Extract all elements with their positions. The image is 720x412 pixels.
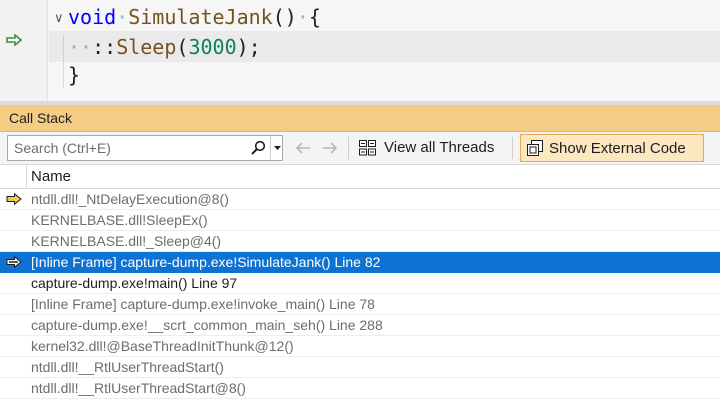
show-external-code-button[interactable]: Show External Code bbox=[520, 134, 704, 162]
stack-frame-row[interactable]: kernel32.dll!@BaseThreadInitThunk@12() bbox=[0, 336, 720, 357]
keyword-void: void bbox=[68, 5, 117, 29]
show-external-code-label: Show External Code bbox=[549, 140, 686, 157]
frame-name: KERNELBASE.dll!_Sleep@4() bbox=[31, 233, 222, 249]
dropdown-arrow-icon bbox=[274, 146, 281, 150]
stack-frame-row[interactable]: KERNELBASE.dll!_Sleep@4() bbox=[0, 231, 720, 252]
frame-name: ntdll.dll!_NtDelayExecution@8() bbox=[31, 191, 229, 207]
search-input[interactable] bbox=[8, 136, 246, 160]
threads-icon bbox=[359, 140, 376, 156]
stack-frame-row[interactable]: capture-dump.exe!main() Line 97 bbox=[0, 273, 720, 294]
stack-frame-row[interactable]: ntdll.dll!__RtlUserThreadStart@8() bbox=[0, 378, 720, 399]
stack-frame-row[interactable]: ntdll.dll!_NtDelayExecution@8() bbox=[0, 189, 720, 210]
frame-name: ntdll.dll!__RtlUserThreadStart@8() bbox=[31, 380, 246, 396]
call-stack-toolbar: View all Threads Show External Code bbox=[0, 132, 720, 164]
whitespace-dot: · bbox=[80, 35, 93, 59]
view-all-threads-label: View all Threads bbox=[384, 139, 495, 156]
call-stack-title-bar[interactable]: Call Stack bbox=[0, 105, 720, 132]
toolbar-separator bbox=[512, 137, 513, 159]
active-frame-arrow-icon bbox=[6, 256, 22, 268]
frame-name: [Inline Frame] capture-dump.exe!invoke_m… bbox=[31, 296, 375, 312]
frame-name: capture-dump.exe!__scrt_common_main_seh(… bbox=[31, 317, 383, 333]
search-box[interactable] bbox=[7, 135, 283, 161]
code-editor[interactable]: ∨ void·SimulateJank()·{ ··::Sleep(3000);… bbox=[0, 0, 720, 101]
stack-frame-row[interactable]: [Inline Frame] capture-dump.exe!invoke_m… bbox=[0, 294, 720, 315]
parens: () bbox=[272, 5, 297, 29]
column-header[interactable]: Name bbox=[0, 164, 720, 189]
collapse-icon[interactable]: ∨ bbox=[54, 10, 64, 26]
scope-operator: :: bbox=[92, 35, 117, 59]
open-paren: ( bbox=[176, 35, 189, 59]
panel-title: Call Stack bbox=[9, 110, 73, 126]
toolbar-separator bbox=[348, 137, 349, 159]
call-stack-grid: Name ntdll.dll!_NtDelayExecution@8() KER… bbox=[0, 164, 720, 412]
column-name-label: Name bbox=[31, 168, 72, 185]
search-options-dropdown[interactable] bbox=[270, 136, 283, 160]
frame-name: capture-dump.exe!main() Line 97 bbox=[31, 275, 238, 291]
stack-frame-row[interactable]: KERNELBASE.dll!SleepEx() bbox=[0, 210, 720, 231]
view-all-threads-button[interactable]: View all Threads bbox=[356, 134, 508, 162]
current-frame-arrow-icon bbox=[6, 193, 22, 205]
frame-name: [Inline Frame] capture-dump.exe!Simulate… bbox=[31, 254, 381, 270]
number-literal: 3000 bbox=[188, 35, 237, 59]
function-name: SimulateJank bbox=[128, 5, 273, 29]
open-brace: { bbox=[308, 5, 321, 29]
close-brace: } bbox=[68, 63, 81, 87]
marker-column-header bbox=[0, 165, 27, 188]
editor-margin[interactable] bbox=[0, 0, 48, 101]
return-arrow-icon bbox=[6, 34, 22, 46]
indent-guide bbox=[63, 36, 64, 88]
forward-arrow-icon[interactable] bbox=[321, 139, 339, 157]
close-paren: ); bbox=[236, 35, 261, 59]
whitespace-dot: · bbox=[68, 35, 81, 59]
stack-frame-row[interactable]: ntdll.dll!__RtlUserThreadStart() bbox=[0, 357, 720, 378]
search-icon[interactable] bbox=[250, 140, 266, 156]
call-name: Sleep bbox=[116, 35, 177, 59]
code-line-2: ··::Sleep(3000); bbox=[68, 33, 261, 61]
frame-name: ntdll.dll!__RtlUserThreadStart() bbox=[31, 359, 224, 375]
frame-name: kernel32.dll!@BaseThreadInitThunk@12() bbox=[31, 338, 294, 354]
stack-frame-row-selected[interactable]: [Inline Frame] capture-dump.exe!Simulate… bbox=[0, 252, 720, 273]
code-line-1: void·SimulateJank()·{ bbox=[68, 3, 321, 31]
whitespace-dot: · bbox=[296, 5, 309, 29]
frame-name: KERNELBASE.dll!SleepEx() bbox=[31, 212, 208, 228]
stack-frame-row[interactable]: capture-dump.exe!__scrt_common_main_seh(… bbox=[0, 315, 720, 336]
whitespace-dot: · bbox=[116, 5, 129, 29]
external-code-icon bbox=[527, 140, 543, 156]
back-arrow-icon[interactable] bbox=[294, 139, 312, 157]
code-line-3: } bbox=[68, 61, 80, 89]
frame-list: ntdll.dll!_NtDelayExecution@8() KERNELBA… bbox=[0, 189, 720, 399]
